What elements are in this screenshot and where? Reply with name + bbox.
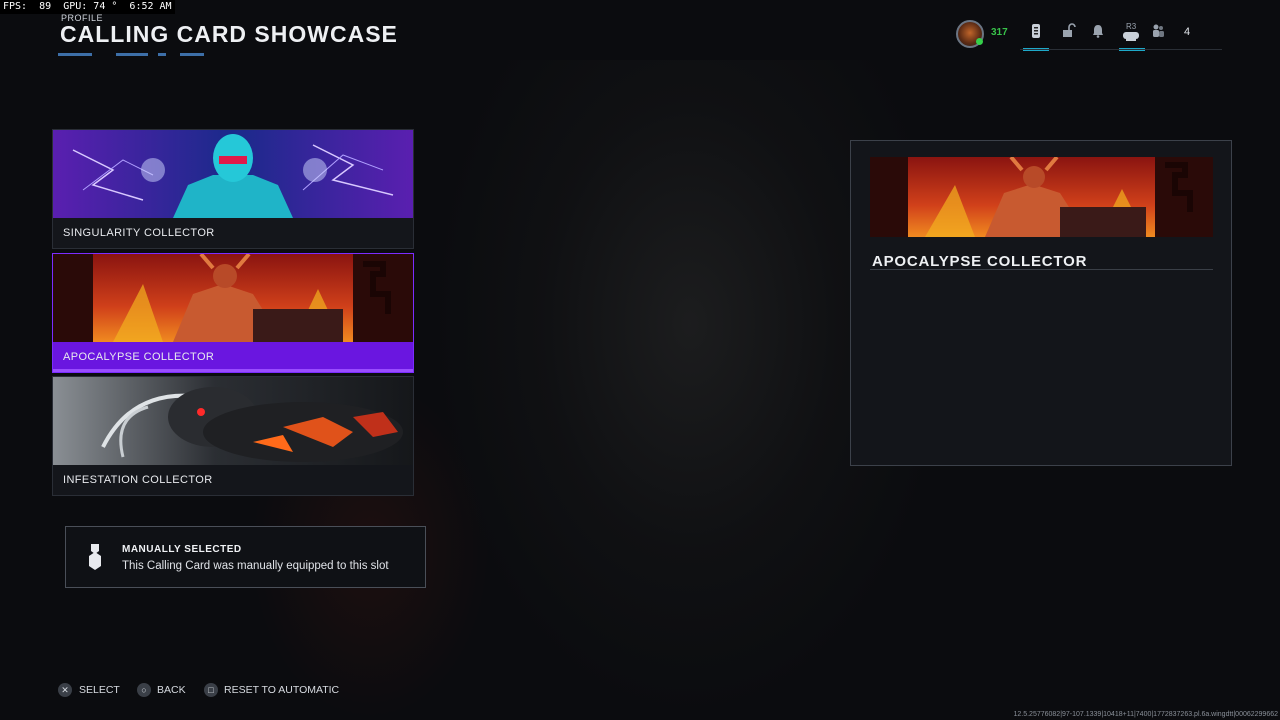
preview-title: APOCALYPSE COLLECTOR [872,253,1088,270]
lock-icon[interactable] [1060,23,1076,39]
selection-info-panel: MANUALLY SELECTED This Calling Card was … [65,526,426,588]
back-prompt[interactable]: BACK [157,684,186,696]
calling-card-label: SINGULARITY COLLECTOR [63,227,215,239]
player-level: 317 [991,27,1008,38]
party-count: 4 [1184,26,1191,38]
bell-icon[interactable] [1090,23,1106,39]
party-icon[interactable] [1150,23,1166,39]
reset-to-automatic-prompt[interactable]: RESET TO AUTOMATIC [224,684,339,696]
button-prompts: ✕ SELECT ○ BACK □ RESET TO AUTOMATIC [52,680,342,702]
info-title: MANUALLY SELECTED [122,544,242,555]
calling-card-infestation[interactable]: INFESTATION COLLECTOR [52,376,414,496]
calling-card-apocalypse[interactable]: APOCALYPSE COLLECTOR [52,253,414,373]
circle-button-icon: ○ [137,683,151,697]
calling-card-preview-panel: APOCALYPSE COLLECTOR [850,140,1232,466]
preview-card-art [870,157,1213,237]
calling-card-label: INFESTATION COLLECTOR [63,474,213,486]
calling-card-art [53,254,413,342]
select-prompt[interactable]: SELECT [79,684,120,696]
battlepass-icon[interactable] [1028,23,1044,39]
topbar-divider [1020,49,1222,50]
cross-button-icon: ✕ [58,683,72,697]
calling-card-art [53,377,413,465]
page-title: CALLING CARD SHOWCASE [60,21,398,47]
calling-card-label: APOCALYPSE COLLECTOR [63,351,215,363]
square-button-icon: □ [204,683,218,697]
build-string: 12.5.25776082|97-107.1339|10418+11|7400|… [1013,711,1278,718]
online-status-dot [976,38,983,45]
top-status-bar: 317 R3 4 [950,18,1222,51]
manual-select-icon [88,544,102,570]
info-description: This Calling Card was manually equipped … [122,560,389,572]
performance-overlay: FPS: 89 GPU: 74 ° 6:52 AM [0,0,175,14]
preview-divider [870,269,1213,270]
controller-icon[interactable] [1122,30,1139,46]
calling-card-art [53,130,413,218]
calling-card-singularity[interactable]: SINGULARITY COLLECTOR [52,129,414,249]
title-decoration [58,53,208,59]
